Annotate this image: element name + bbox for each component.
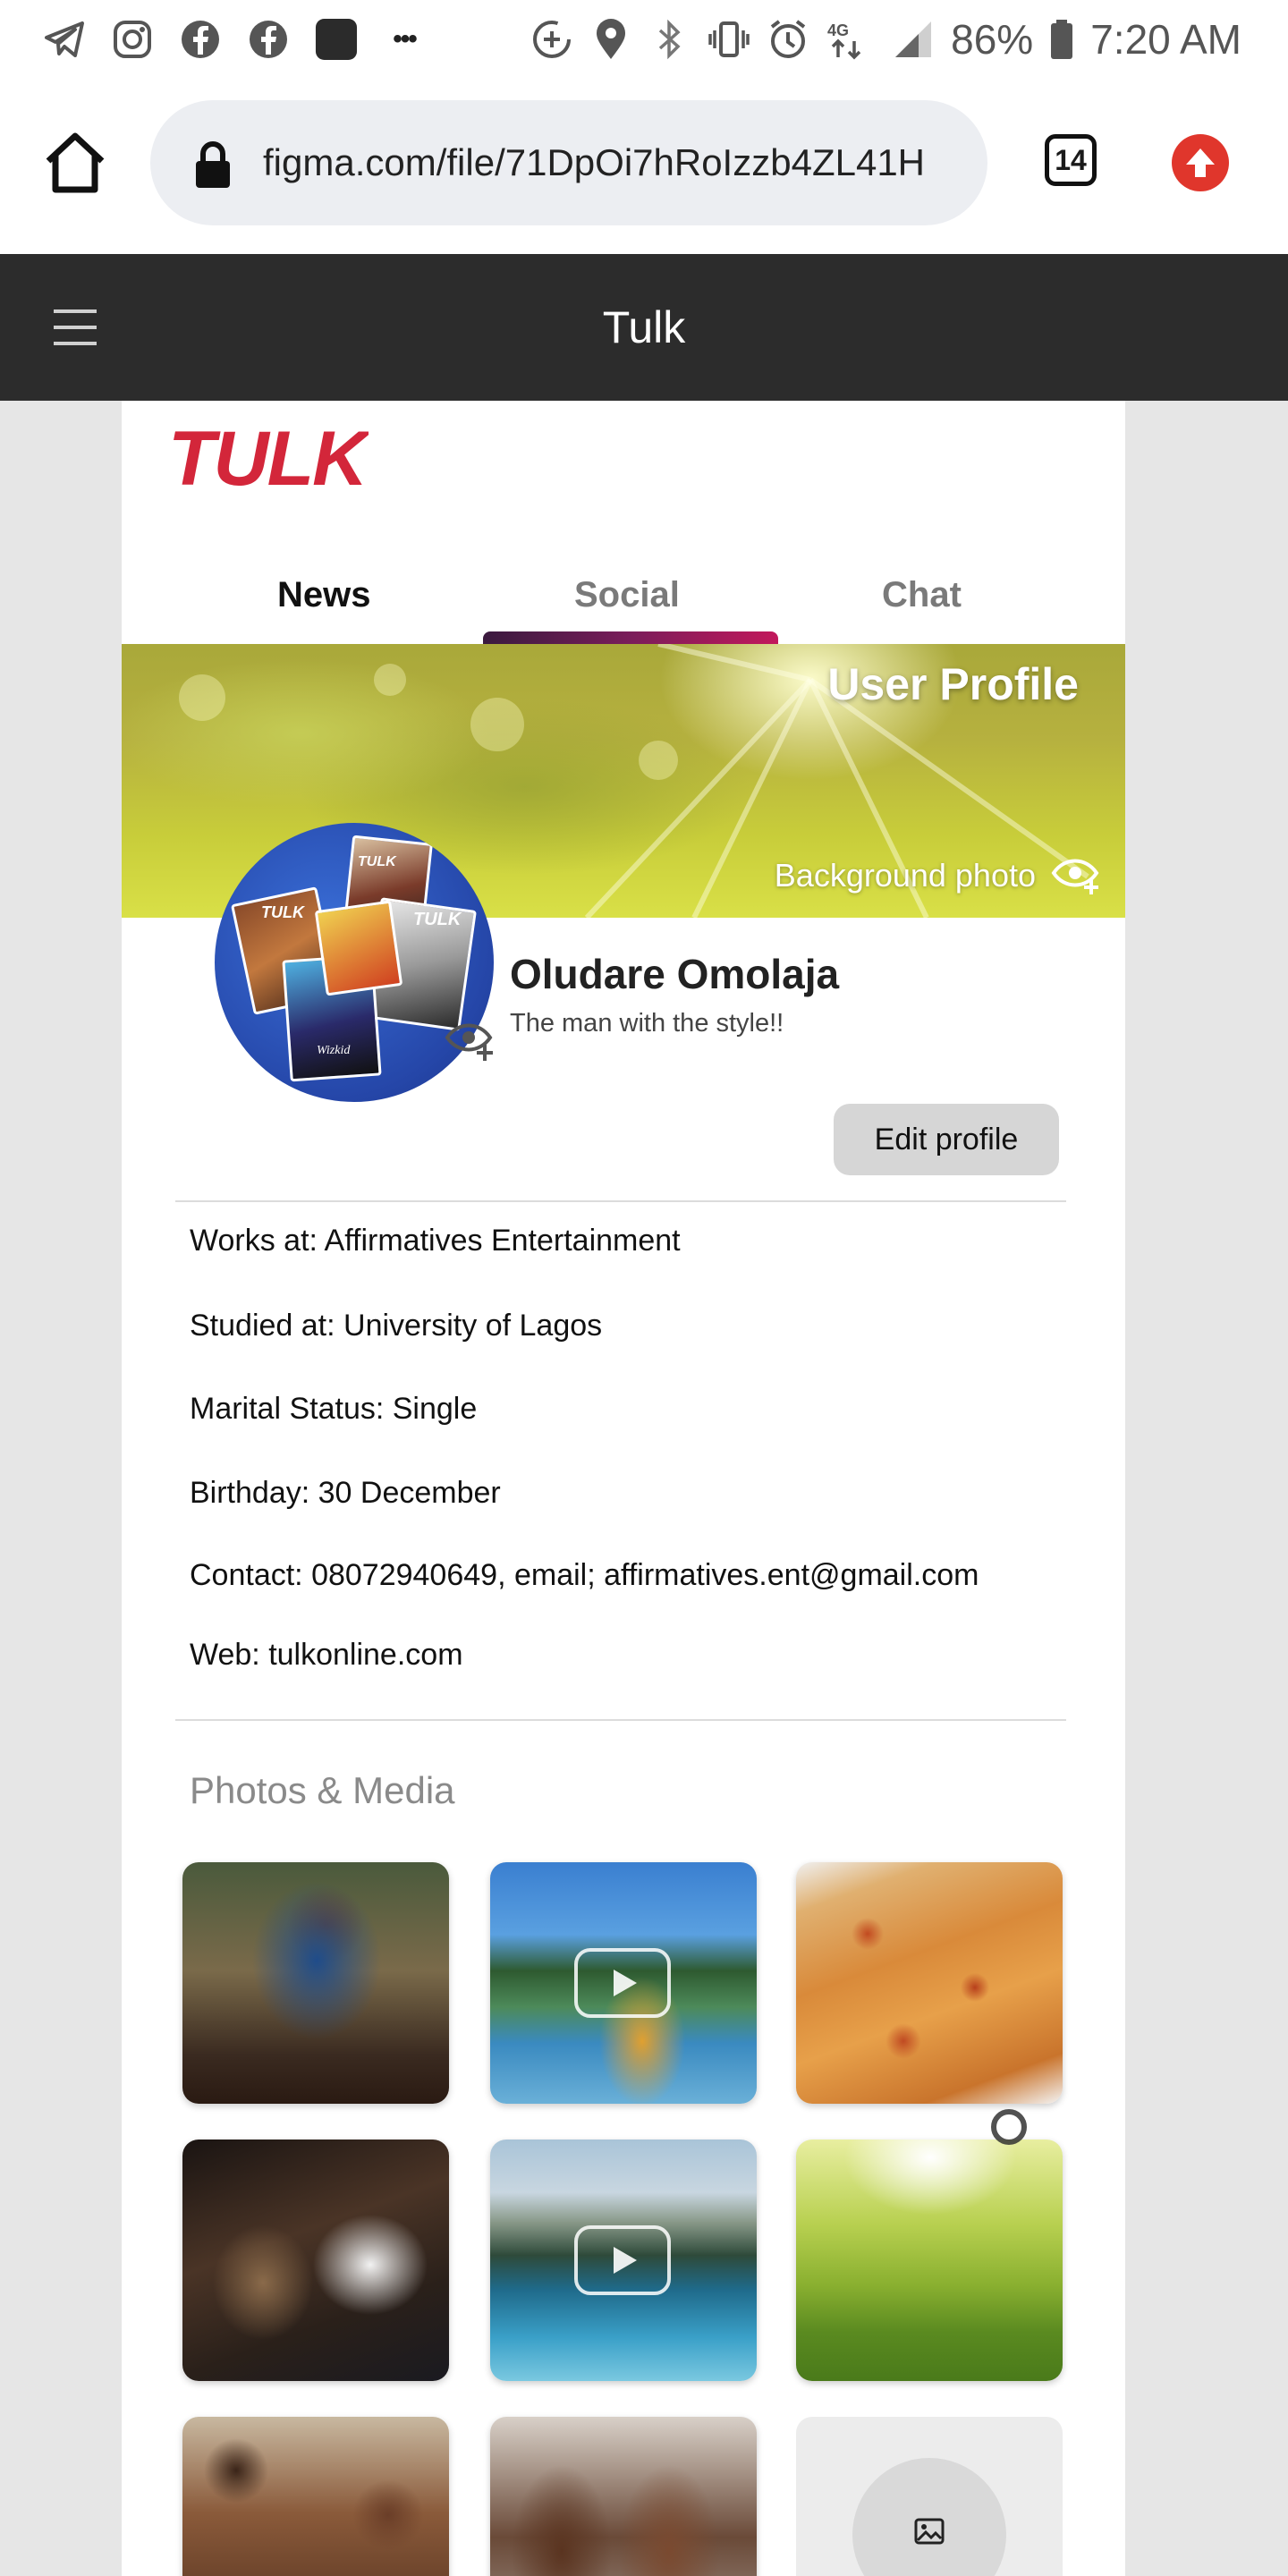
facebook-icon (179, 18, 222, 61)
touch-cursor-indicator (991, 2109, 1027, 2145)
notification-icons: ••• (43, 13, 426, 66)
figma-canvas: TULK News Social Chat User Profile Backg… (0, 401, 1288, 2576)
media-thumb-meadow[interactable] (796, 2140, 1063, 2381)
bluetooth-icon (648, 18, 691, 61)
media-thumb-kittens[interactable] (182, 2140, 449, 2381)
svg-text:TULK: TULK (168, 416, 369, 502)
home-icon[interactable] (41, 129, 109, 197)
instagram-icon (111, 18, 154, 61)
url-text[interactable]: figma.com/file/71DpOi7hRoIzzb4ZL41H (263, 134, 970, 191)
photos-media-title: Photos & Media (190, 1769, 455, 1811)
figma-file-title: Tulk (602, 302, 686, 352)
media-thumb-pizza[interactable] (796, 1862, 1063, 2104)
more-icon: ••• (393, 24, 418, 54)
contact: Contact: 08072940649, email; affirmative… (190, 1558, 979, 1592)
tab-switcher-button[interactable]: 14 (1045, 134, 1097, 186)
clock: 7:20 AM (1090, 16, 1241, 63)
alarm-icon (767, 18, 809, 61)
app-icon (315, 18, 358, 61)
tab-chat[interactable]: Chat (882, 572, 962, 617)
location-icon (589, 18, 632, 61)
divider (175, 1200, 1066, 1202)
media-thumb-friends[interactable] (182, 2417, 449, 2576)
media-thumb-dining-man[interactable] (182, 1862, 449, 2104)
birthday: Birthday: 30 December (190, 1476, 501, 1510)
system-status: 4G 86% 7:20 AM (530, 13, 1241, 66)
svg-text:TULK: TULK (358, 854, 397, 869)
background-photo-label[interactable]: Background photo (775, 857, 1036, 894)
network-4g-icon: 4G (826, 18, 876, 61)
divider (175, 1719, 1066, 1721)
prototype-frame: TULK News Social Chat User Profile Backg… (122, 401, 1125, 2576)
tulk-logo: TULK (163, 413, 375, 503)
svg-text:4G: 4G (827, 21, 849, 39)
cover-title: User Profile (827, 659, 1079, 709)
edit-profile-button[interactable]: Edit profile (834, 1104, 1059, 1175)
media-thumb-kayak-video[interactable] (490, 1862, 757, 2104)
signal-icon (892, 18, 935, 61)
svg-text:TULK: TULK (413, 910, 462, 929)
media-thumb-wedding-rings[interactable] (490, 2417, 757, 2576)
status-bar: ••• 4G 86% 7:20 AM (0, 0, 1288, 79)
play-icon[interactable] (574, 2225, 671, 2295)
image-icon (913, 2515, 945, 2547)
add-media-tile[interactable] (796, 2417, 1063, 2576)
tab-news[interactable]: News (277, 572, 371, 617)
lock-icon (193, 140, 233, 190)
studied-at: Studied at: University of Lagos (190, 1309, 603, 1343)
battery-percent: 86% (951, 16, 1034, 63)
media-thumb-lake-video[interactable] (490, 2140, 757, 2381)
browser-toolbar: figma.com/file/71DpOi7hRoIzzb4ZL41H 14 (0, 79, 1288, 254)
profile-tagline: The man with the style!! (510, 1009, 784, 1038)
telegram-icon (43, 18, 86, 61)
marital-status: Marital Status: Single (190, 1392, 478, 1426)
vibrate-icon (708, 18, 750, 61)
active-tab-indicator (483, 631, 778, 644)
svg-text:Wizkid: Wizkid (317, 1044, 351, 1057)
facebook-icon (247, 18, 290, 61)
website: Web: tulkonline.com (190, 1638, 463, 1672)
eye-add-icon[interactable] (444, 1014, 497, 1064)
profile-name: Oludare Omolaja (510, 951, 840, 997)
eye-add-icon[interactable] (1050, 853, 1104, 896)
address-bar[interactable]: figma.com/file/71DpOi7hRoIzzb4ZL41H (150, 100, 987, 225)
svg-text:TULK: TULK (261, 903, 306, 921)
works-at: Works at: Affirmatives Entertainment (190, 1224, 681, 1258)
play-icon[interactable] (574, 1948, 671, 2018)
battery-icon (1049, 18, 1074, 61)
tab-social[interactable]: Social (574, 572, 680, 617)
update-icon[interactable] (1172, 134, 1229, 191)
data-saver-icon (530, 18, 573, 61)
figma-header: Tulk (0, 254, 1288, 401)
